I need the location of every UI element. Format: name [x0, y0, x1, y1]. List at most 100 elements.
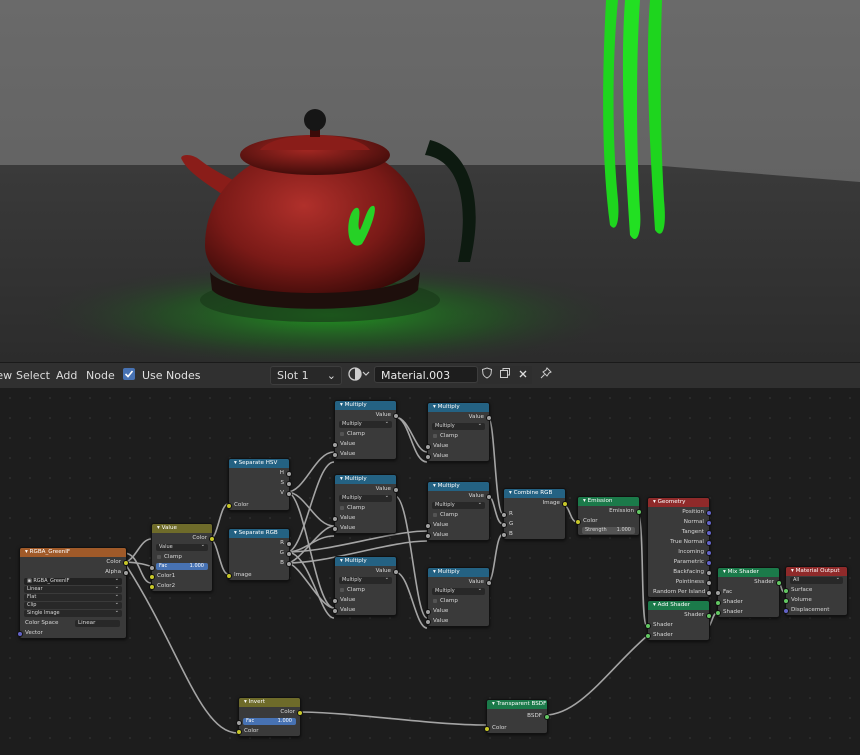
- fake-user-shield-icon[interactable]: [478, 366, 496, 384]
- use-nodes-checkbox[interactable]: [123, 368, 135, 380]
- node-header[interactable]: ▾ Multiply: [428, 482, 489, 491]
- output-normal: Normal: [648, 517, 712, 527]
- node-header[interactable]: ▾ Multiply: [335, 475, 396, 484]
- node-multiply[interactable]: ▾ Multiply Value Multiply Clamp Value Va…: [332, 556, 399, 616]
- node-header[interactable]: ▾ Invert: [239, 698, 300, 707]
- output-shader: Shader: [718, 577, 782, 587]
- 3d-viewport[interactable]: [0, 0, 860, 362]
- node-header[interactable]: ▾ Separate RGB: [229, 529, 289, 538]
- node-material-output[interactable]: ▾ Material Output All Surface Volume Dis…: [783, 566, 848, 616]
- node-mix-value[interactable]: ▾ Value Color Value Clamp Fac1.000 Color…: [149, 523, 215, 592]
- node-separate-rgb[interactable]: ▾ Separate RGB R G B Image: [226, 528, 292, 581]
- node-multiply[interactable]: ▾ Multiply Value Multiply Clamp Value Va…: [332, 400, 399, 460]
- clamp-checkbox[interactable]: Clamp: [335, 503, 396, 513]
- chevron-down-icon: ⌄: [326, 369, 336, 382]
- input-surface: Surface: [783, 585, 847, 595]
- clamp-checkbox[interactable]: Clamp: [335, 429, 396, 439]
- input-color: Color: [226, 500, 289, 510]
- node-header[interactable]: ▾ Multiply: [428, 568, 489, 577]
- node-geometry[interactable]: ▾ Geometry Position Normal Tangent True …: [647, 497, 712, 598]
- output-position: Position: [648, 507, 712, 517]
- input-value: Value: [332, 595, 396, 605]
- node-mix-shader[interactable]: ▾ Mix Shader Shader Fac Shader Shader: [715, 567, 782, 618]
- output-s: S: [229, 478, 292, 488]
- operation-dropdown[interactable]: Multiply: [339, 493, 392, 502]
- clamp-checkbox[interactable]: Clamp: [428, 596, 489, 606]
- node-transparent-bsdf[interactable]: ▾ Transparent BSDF BSDF Color: [484, 699, 550, 734]
- output-color: Color: [20, 557, 129, 567]
- menu-view[interactable]: View: [0, 369, 12, 382]
- node-multiply[interactable]: ▾ Multiply Value Multiply Clamp Value Va…: [425, 481, 492, 541]
- image-datablock[interactable]: ▣ RGBA_GreenIF: [24, 576, 122, 585]
- clamp-checkbox[interactable]: Clamp: [428, 510, 489, 520]
- menu-node[interactable]: Node: [86, 369, 115, 382]
- input-value: Value: [425, 520, 489, 530]
- node-editor-canvas[interactable]: ▾ RGBA_GreenIF Color Alpha ▣ RGBA_GreenI…: [0, 388, 860, 755]
- output-pointiness: Pointiness: [648, 577, 712, 587]
- node-header[interactable]: ▾ Multiply: [335, 401, 396, 410]
- input-value: Value: [425, 441, 489, 451]
- extension-dropdown[interactable]: Clip: [24, 600, 122, 609]
- input-value: Value: [332, 513, 396, 523]
- input-image: Image: [226, 570, 289, 580]
- input-value: Value: [332, 605, 396, 615]
- source-dropdown[interactable]: Single Image: [24, 608, 122, 617]
- menu-select[interactable]: Select: [16, 369, 50, 382]
- projection-dropdown[interactable]: Flat: [24, 592, 122, 601]
- input-shader: Shader: [645, 630, 709, 640]
- node-header[interactable]: ▾ Geometry: [648, 498, 709, 507]
- input-value: Value: [332, 449, 396, 459]
- node-invert[interactable]: ▾ Invert Color Fac 1.000 Color: [236, 697, 303, 737]
- node-header[interactable]: ▾ Add Shader: [648, 601, 709, 610]
- output-shader: Shader: [648, 610, 712, 620]
- node-multiply[interactable]: ▾ Multiply Value Multiply Clamp Value Va…: [425, 402, 492, 462]
- output-random-per-island: Random Per Island: [648, 587, 712, 597]
- clamp-checkbox[interactable]: Clamp: [152, 552, 212, 562]
- node-image-texture[interactable]: ▾ RGBA_GreenIF Color Alpha ▣ RGBA_GreenI…: [17, 547, 129, 639]
- node-emission[interactable]: ▾ Emission Emission Color Strength 1.000: [575, 496, 642, 536]
- operation-dropdown[interactable]: Multiply: [339, 575, 392, 584]
- node-header[interactable]: ▾ Mix Shader: [718, 568, 779, 577]
- output-bsdf: BSDF: [487, 711, 550, 721]
- operation-dropdown[interactable]: Multiply: [432, 500, 485, 509]
- blend-dropdown[interactable]: Value: [156, 542, 208, 551]
- node-multiply[interactable]: ▾ Multiply Value Multiply Clamp Value Va…: [332, 474, 399, 534]
- input-color2: Color2: [149, 581, 212, 591]
- duplicate-material-icon[interactable]: [496, 366, 514, 384]
- material-browse-icon[interactable]: [347, 366, 371, 384]
- operation-dropdown[interactable]: Multiply: [432, 421, 485, 430]
- operation-dropdown[interactable]: Multiply: [432, 586, 485, 595]
- colorspace-row[interactable]: Color Space Linear: [20, 618, 126, 628]
- pin-icon[interactable]: [537, 366, 555, 384]
- node-header[interactable]: ▾ Emission: [578, 497, 639, 506]
- node-multiply[interactable]: ▾ Multiply Value Multiply Clamp Value Va…: [425, 567, 492, 627]
- operation-dropdown[interactable]: Multiply: [339, 419, 392, 428]
- interpolation-dropdown[interactable]: Linear: [24, 584, 122, 593]
- node-add-shader[interactable]: ▾ Add Shader Shader Shader Shader: [645, 600, 712, 641]
- node-combine-rgb[interactable]: ▾ Combine RGB Image R G B: [501, 488, 568, 540]
- link: [123, 538, 152, 563]
- unlink-close-icon[interactable]: [514, 366, 532, 384]
- menu-add[interactable]: Add: [56, 369, 77, 382]
- link: [286, 525, 335, 564]
- node-header[interactable]: ▾ Separate HSV: [229, 459, 289, 468]
- strength-field[interactable]: Strength 1.000: [582, 527, 635, 534]
- fac-slider[interactable]: Fac 1.000: [149, 563, 208, 571]
- output-g: G: [229, 548, 292, 558]
- clamp-checkbox[interactable]: Clamp: [335, 585, 396, 595]
- link: [394, 416, 428, 453]
- target-dropdown[interactable]: All: [790, 575, 843, 584]
- clamp-checkbox[interactable]: Clamp: [428, 431, 489, 441]
- node-header[interactable]: ▾ RGBA_GreenIF: [20, 548, 126, 557]
- material-name-field[interactable]: Material.003: [374, 366, 478, 383]
- fac-slider[interactable]: Fac 1.000: [236, 718, 296, 726]
- slot-dropdown[interactable]: Slot 1 ⌄: [270, 366, 342, 385]
- output-alpha: Alpha: [20, 567, 129, 577]
- node-header[interactable]: ▾ Multiply: [335, 557, 396, 566]
- node-header[interactable]: ▾ Transparent BSDF: [487, 700, 547, 709]
- node-header[interactable]: ▾ Combine RGB: [504, 489, 565, 498]
- node-header[interactable]: ▾ Value: [152, 524, 212, 533]
- node-header[interactable]: ▾ Multiply: [428, 403, 489, 412]
- node-separate-hsv[interactable]: ▾ Separate HSV H S V Color: [226, 458, 292, 511]
- output-b: B: [229, 558, 292, 568]
